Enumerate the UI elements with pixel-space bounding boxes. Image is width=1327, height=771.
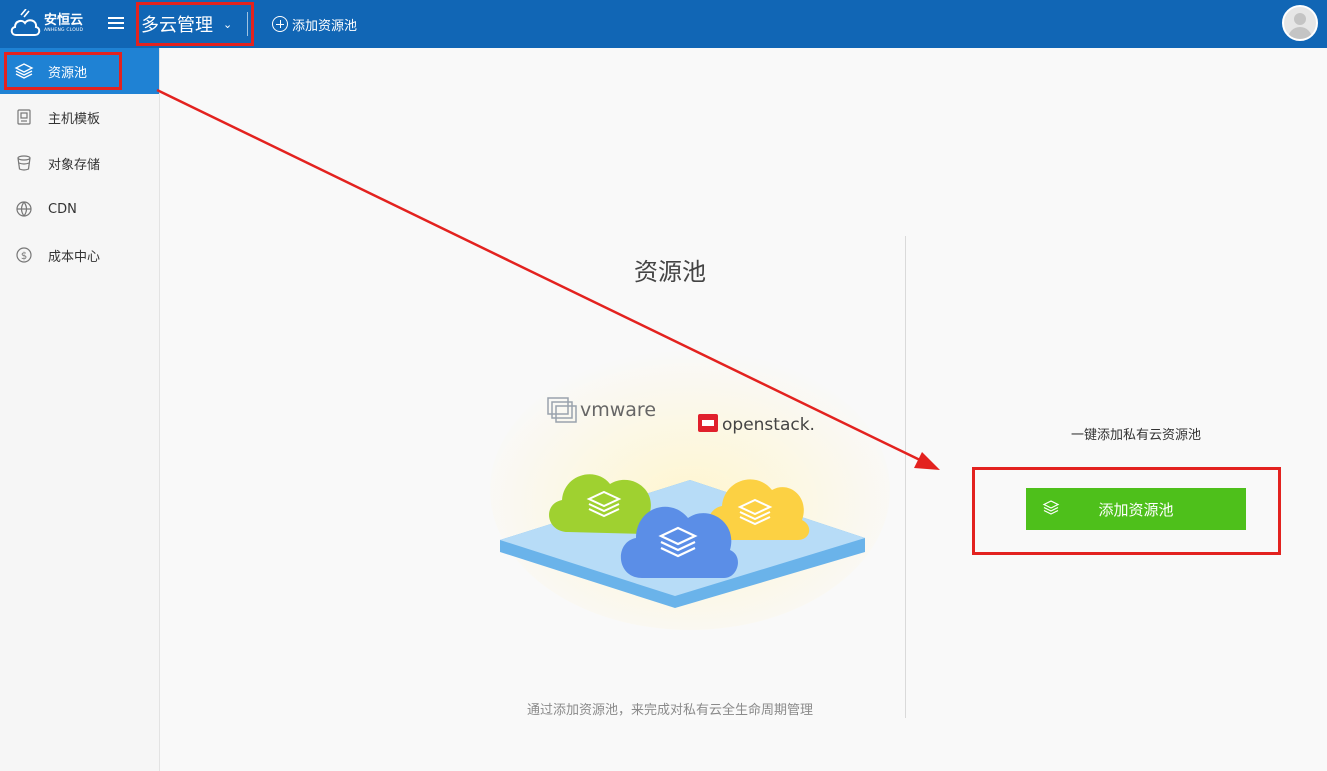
plus-circle-icon bbox=[272, 16, 288, 32]
module-dropdown[interactable]: 多云管理 ⌄ bbox=[136, 2, 254, 46]
cta-tagline: 一键添加私有云资源池 bbox=[1070, 428, 1201, 443]
svg-text:$: $ bbox=[21, 251, 27, 262]
menu-toggle-icon[interactable] bbox=[108, 14, 126, 32]
template-icon bbox=[14, 107, 34, 127]
sidebar-item-resource-pool[interactable]: 资源池 bbox=[0, 48, 159, 94]
globe-icon bbox=[14, 199, 34, 219]
sidebar-item-cdn[interactable]: CDN bbox=[0, 186, 159, 232]
layers-icon bbox=[14, 61, 34, 81]
add-resource-pool-button[interactable]: 添加资源池 bbox=[1026, 488, 1246, 530]
add-resource-pool-label: 添加资源池 bbox=[1098, 500, 1174, 519]
vmware-logo-text: vmware bbox=[580, 399, 656, 421]
sidebar-item-label: 资源池 bbox=[48, 65, 88, 81]
dollar-icon: $ bbox=[14, 245, 34, 265]
add-pool-header-label: 添加资源池 bbox=[292, 18, 358, 34]
sidebar: 资源池 主机模板 对象存储 CDN $ 成本中心 bbox=[0, 48, 160, 771]
sidebar-item-label: 成本中心 bbox=[48, 249, 101, 265]
brand-subtitle: ANHENG CLOUD bbox=[44, 28, 84, 34]
sidebar-item-host-template[interactable]: 主机模板 bbox=[0, 94, 159, 140]
top-bar: 安恒云 ANHENG CLOUD 多云管理 ⌄ 添加资源池 bbox=[0, 0, 1327, 48]
sidebar-item-label: 主机模板 bbox=[48, 111, 101, 127]
chevron-down-icon: ⌄ bbox=[223, 17, 233, 31]
sidebar-item-label: CDN bbox=[48, 201, 77, 217]
avatar[interactable] bbox=[1282, 5, 1318, 41]
add-pool-header-button[interactable]: 添加资源池 bbox=[272, 14, 357, 34]
header-divider bbox=[247, 12, 248, 36]
content-divider bbox=[905, 236, 906, 718]
openstack-logo-text: openstack. bbox=[722, 415, 815, 435]
layers-icon bbox=[1042, 500, 1060, 520]
sidebar-item-object-storage[interactable]: 对象存储 bbox=[0, 140, 159, 186]
bucket-icon bbox=[14, 153, 34, 173]
sidebar-item-label: 对象存储 bbox=[48, 157, 101, 173]
brand-title: 安恒云 bbox=[44, 13, 84, 29]
page-title: 资源池 bbox=[634, 258, 706, 286]
resource-pool-illustration: vmware openstack. bbox=[490, 350, 890, 630]
cloud-logo-icon bbox=[10, 9, 41, 36]
module-label: 多云管理 bbox=[141, 15, 213, 36]
brand-logo[interactable]: 安恒云 ANHENG CLOUD bbox=[8, 6, 88, 42]
sidebar-item-cost-center[interactable]: $ 成本中心 bbox=[0, 232, 159, 278]
brand-name: 安恒云 ANHENG CLOUD bbox=[44, 14, 83, 34]
openstack-logo: openstack. bbox=[698, 414, 815, 435]
page-caption: 通过添加资源池，来完成对私有云全生命周期管理 bbox=[526, 703, 813, 718]
